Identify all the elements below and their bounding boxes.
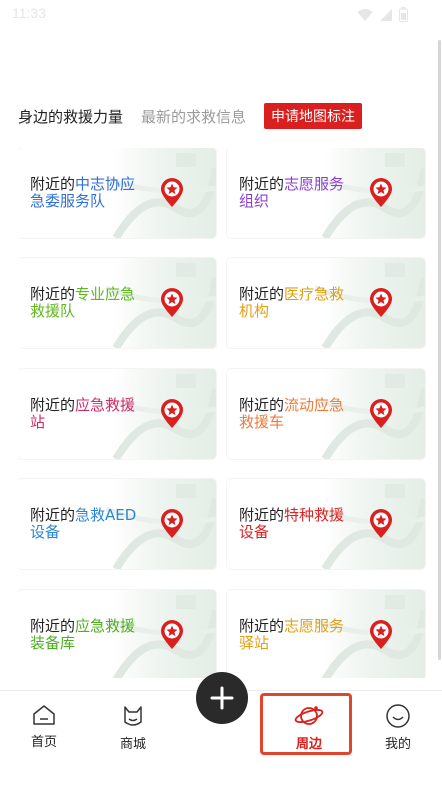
card-title: 附近的志愿服务组织	[239, 176, 351, 210]
card-title-prefix: 附近的	[30, 506, 76, 524]
card-title: 附近的专业应急救援队	[30, 286, 142, 320]
rescue-tabs: 身边的救援力量 最新的求救信息 申请地图标注	[18, 103, 363, 129]
status-bar: 11:33	[0, 0, 442, 30]
card-title-prefix: 附近的	[239, 617, 285, 635]
rescue-card[interactable]: 附近的特种救援设备	[227, 479, 425, 569]
nav-item-nearby[interactable]: 周边	[274, 703, 344, 752]
card-title-prefix: 附近的	[239, 506, 285, 524]
card-title-prefix: 附近的	[30, 285, 76, 303]
home-icon	[33, 705, 55, 725]
nav-label-nearby: 周边	[295, 737, 322, 752]
shop-cat-icon	[124, 706, 142, 726]
card-title: 附近的医疗急救机构	[239, 286, 351, 320]
rescue-card[interactable]: 附近的应急救援站	[18, 369, 216, 459]
nav-item-shop[interactable]: 商城	[98, 703, 168, 752]
nav-label-mine: 我的	[384, 737, 411, 752]
location-pin-star-icon	[161, 399, 183, 428]
card-title: 附近的中志协应急委服务队	[30, 176, 142, 210]
rescue-card[interactable]: 附近的流动应急救援车	[227, 369, 425, 459]
rescue-card[interactable]: 附近的应急救援装备库	[18, 590, 216, 678]
card-title: 附近的急救AED设备	[30, 507, 142, 541]
location-pin-star-icon	[161, 509, 183, 538]
card-title-prefix: 附近的	[239, 396, 285, 414]
location-pin-star-icon	[370, 288, 392, 317]
card-title-prefix: 附近的	[239, 175, 285, 193]
rescue-card[interactable]: 附近的志愿服务驿站	[227, 590, 425, 678]
card-title-prefix: 附近的	[239, 285, 285, 303]
tab-nearby-rescue[interactable]: 身边的救援力量	[18, 106, 123, 127]
rescue-card[interactable]: 附近的医疗急救机构	[227, 258, 425, 348]
battery-icon	[399, 7, 408, 22]
rescue-card[interactable]: 附近的专业应急救援队	[18, 258, 216, 348]
planet-icon	[294, 706, 324, 725]
location-pin-star-icon	[370, 620, 392, 649]
card-title: 附近的特种救援设备	[239, 507, 351, 541]
location-pin-star-icon	[370, 178, 392, 207]
status-time: 11:33	[12, 5, 46, 21]
card-title: 附近的应急救援装备库	[30, 618, 142, 652]
card-title: 附近的流动应急救援车	[239, 397, 351, 431]
card-title-prefix: 附近的	[30, 617, 76, 635]
nav-item-home[interactable]: 首页	[9, 703, 79, 750]
location-pin-star-icon	[161, 620, 183, 649]
card-title: 附近的应急救援站	[30, 397, 142, 431]
nav-label-home: 首页	[30, 735, 57, 750]
card-title-prefix: 附近的	[30, 396, 76, 414]
apply-map-marker-button[interactable]: 申请地图标注	[264, 103, 363, 129]
rescue-card[interactable]: 附近的急救AED设备	[18, 479, 216, 569]
tab-latest-help[interactable]: 最新的求救信息	[141, 106, 246, 127]
location-pin-star-icon	[161, 178, 183, 207]
status-icons	[357, 7, 408, 22]
plus-icon	[210, 686, 234, 710]
wifi-icon	[357, 8, 373, 21]
nav-item-mine[interactable]: 我的	[363, 703, 433, 752]
rescue-card[interactable]: 附近的志愿服务组织	[227, 148, 425, 238]
rescue-card-grid: 附近的中志协应急委服务队 附近的志愿服务组织附近的专业应急救援队 附近的医疗急救机构…	[18, 148, 426, 678]
add-button[interactable]	[196, 672, 248, 724]
location-pin-star-icon	[161, 288, 183, 317]
location-pin-star-icon	[370, 399, 392, 428]
card-title: 附近的志愿服务驿站	[239, 618, 351, 652]
rescue-card[interactable]: 附近的中志协应急委服务队	[18, 148, 216, 238]
scrollbar[interactable]	[438, 40, 441, 660]
nav-label-shop: 商城	[119, 737, 146, 752]
signal-icon	[380, 8, 392, 21]
smiley-face-icon	[386, 704, 410, 728]
location-pin-star-icon	[370, 509, 392, 538]
card-title-prefix: 附近的	[30, 175, 76, 193]
